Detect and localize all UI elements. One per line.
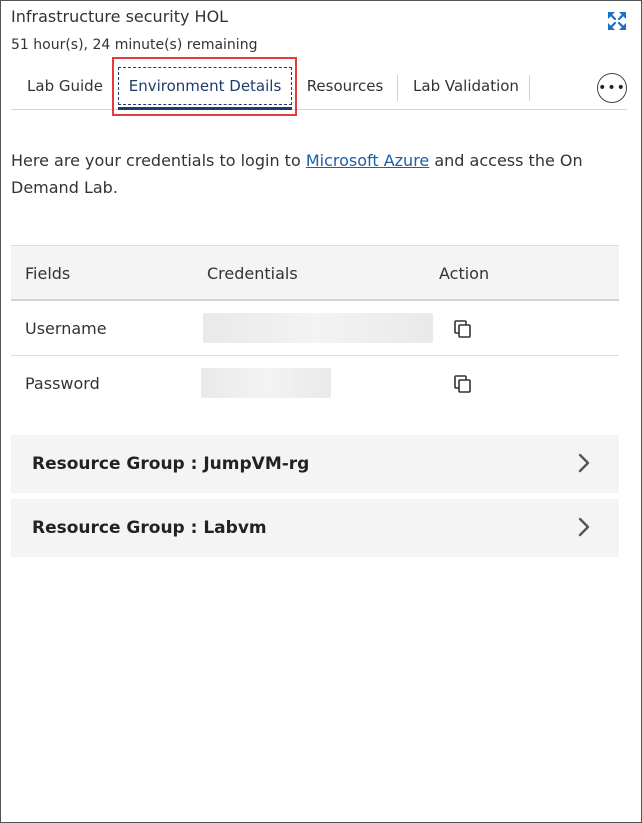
username-value-masked [203, 313, 433, 343]
chevron-right-icon [578, 517, 590, 537]
resource-group-label: Resource Group : Labvm [32, 518, 267, 538]
active-tab-indicator [118, 107, 292, 110]
field-label-password: Password [25, 374, 100, 393]
more-options-button[interactable]: ••• [597, 73, 627, 103]
chevron-right-icon [578, 453, 590, 473]
tab-divider [397, 75, 398, 101]
resource-group-labvm[interactable]: Resource Group : Labvm [11, 499, 619, 557]
table-row: Username [11, 301, 619, 356]
column-header-action: Action [439, 264, 490, 283]
tab-label: Environment Details [128, 77, 282, 95]
tab-lab-validation[interactable]: Lab Validation [403, 63, 529, 109]
column-header-credentials: Credentials [207, 264, 298, 283]
field-label-username: Username [25, 319, 107, 338]
table-header: Fields Credentials Action [11, 245, 619, 301]
credentials-intro: Here are your credentials to login to Mi… [11, 147, 611, 201]
column-header-fields: Fields [25, 264, 71, 283]
lab-panel: Infrastructure security HOL 51 hour(s), … [0, 0, 642, 823]
copy-icon[interactable] [452, 318, 474, 340]
lab-title: Infrastructure security HOL [11, 7, 229, 26]
tab-label: Lab Guide [27, 77, 103, 95]
tab-resources[interactable]: Resources [297, 63, 393, 109]
resource-group-jumpvm-rg[interactable]: Resource Group : JumpVM-rg [11, 435, 619, 493]
microsoft-azure-link[interactable]: Microsoft Azure [306, 151, 429, 170]
intro-text: Here are your credentials to login to [11, 151, 306, 170]
table-row: Password [11, 356, 619, 411]
time-remaining: 51 hour(s), 24 minute(s) remaining [11, 37, 258, 53]
copy-icon[interactable] [452, 373, 474, 395]
tab-environment-details[interactable]: Environment Details [117, 63, 293, 109]
password-value-masked [201, 368, 331, 398]
tab-label: Resources [306, 77, 384, 95]
tab-divider [529, 75, 530, 101]
resource-group-label: Resource Group : JumpVM-rg [32, 454, 310, 474]
expand-arrows-icon[interactable] [607, 11, 627, 31]
tab-bar: Lab Guide Environment Details Resources … [11, 63, 627, 110]
credentials-table: Fields Credentials Action Username Passw… [11, 245, 619, 411]
tab-label: Lab Validation [413, 77, 519, 95]
tab-lab-guide[interactable]: Lab Guide [17, 63, 113, 109]
